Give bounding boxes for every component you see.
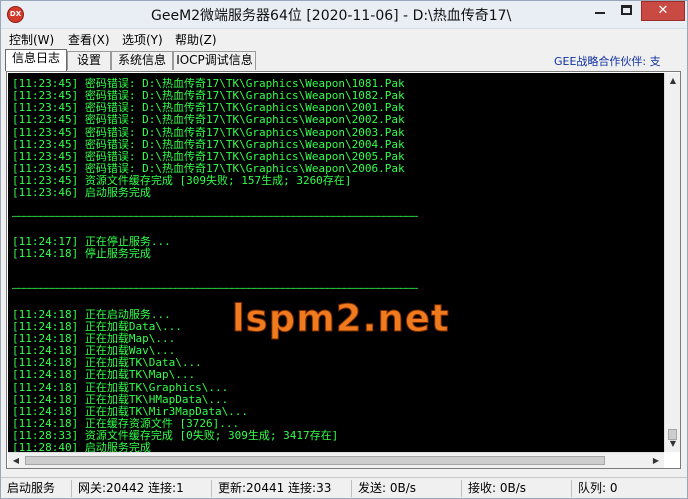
status-send: 发送: 0B/s [351,480,461,497]
menu-control[interactable]: 控制(W) [9,31,54,48]
maximize-icon [621,5,632,15]
log-output[interactable]: [11:23:45] 密码错误: D:\热血传奇17\TK\Graphics\W… [8,73,664,452]
tab-iocp-debug[interactable]: IOCP调试信息 [173,51,256,70]
log-line: [11:23:45] 密码错误: D:\热血传奇17\TK\Graphics\W… [12,77,405,90]
window-title: GeeM2微端服务器64位 [2020-11-06] - D:\热血传奇17\ [151,8,512,24]
title-bar[interactable]: DX GeeM2微端服务器64位 [2020-11-06] - D:\热血传奇1… [1,1,687,29]
status-bar: 启动服务 网关:20442 连接:1 更新:20441 连接:33 发送: 0B… [1,477,687,498]
status-queue: 队列: 0 [571,480,687,497]
status-receive: 接收: 0B/s [461,480,571,497]
log-line: [11:23:45] 密码错误: D:\热血传奇17\TK\Graphics\W… [12,125,405,139]
tab-settings[interactable]: 设置 [67,51,111,70]
log-line: [11:23:45] 密码错误: D:\热血传奇17\TK\Graphics\W… [12,89,405,103]
log-line: [11:24:18] 正在加载TK\Mir3MapData\... [12,404,249,418]
log-panel: [11:23:45] 密码错误: D:\热血传奇17\TK\Graphics\W… [6,71,681,469]
log-line: [11:24:17] 正在停止服务... [12,234,171,248]
log-line: [11:23:45] 密码错误: D:\热血传奇17\TK\Graphics\W… [12,161,405,175]
maximize-button[interactable] [613,1,641,21]
log-lines: [11:23:45] 密码错误: D:\热血传奇17\TK\Graphics\W… [12,75,418,452]
horizontal-scroll-thumb[interactable] [25,456,605,465]
log-line: [11:23:45] 密码错误: D:\热血传奇17\TK\Graphics\W… [12,113,405,127]
menu-options[interactable]: 选项(Y) [122,31,163,48]
log-line: [11:23:45] 密码错误: D:\热血传奇17\TK\Graphics\W… [12,101,405,115]
scroll-left-icon[interactable]: ◀ [8,453,24,469]
partner-link[interactable]: GEE战略合作伙伴: 支 [554,53,661,69]
scroll-up-icon[interactable]: ▲ [665,73,681,89]
menu-bar: 控制(W) 查看(X) 选项(Y) 帮助(Z) [1,29,687,48]
tab-info-log[interactable]: 信息日志 [5,49,67,71]
tab-strip: 信息日志 设置 系统信息 IOCP调试信息 GEE战略合作伙伴: 支 [1,49,687,71]
log-line: [11:24:18] 正在缓存资源文件 [3726]... [12,416,240,430]
scroll-right-icon[interactable]: ▶ [648,453,664,469]
menu-help[interactable]: 帮助(Z) [175,31,217,48]
status-gateway: 网关:20442 连接:1 [71,480,211,497]
status-update: 更新:20441 连接:33 [211,480,351,497]
horizontal-scrollbar[interactable]: ◀ ▶ [8,452,664,468]
log-line: [11:28:33] 资源文件缓存完成 [0失败; 309生成; 3417存在] [12,429,339,443]
close-icon: ✕ [657,3,669,18]
main-window: DX GeeM2微端服务器64位 [2020-11-06] - D:\热血传奇1… [0,0,688,499]
log-line: [11:24:18] 正在加载TK\Map\... [12,368,196,382]
menu-view[interactable]: 查看(X) [68,31,110,48]
log-separator: ————————————————————————————————————————… [12,281,418,295]
log-line: [11:24:18] 停止服务完成 [12,246,151,260]
log-line: [11:24:18] 正在加载TK\Graphics\... [12,380,229,394]
app-icon[interactable]: DX [7,6,24,23]
minimize-button[interactable] [587,1,613,21]
log-line: [11:23:45] 密码错误: D:\热血传奇17\TK\Graphics\W… [12,149,405,163]
scroll-down-icon[interactable]: ▼ [665,436,681,452]
log-line: [11:24:18] 正在加载TK\HMapData\... [12,392,229,406]
vertical-scrollbar[interactable]: ▲ ▼ [664,73,680,452]
minimize-icon [595,12,605,14]
watermark: lspm2.net [232,297,450,341]
log-line: [11:24:18] 正在加载TK\Data\... [12,356,202,370]
close-button[interactable]: ✕ [641,1,685,21]
log-line: [11:23:45] 密码错误: D:\热血传奇17\TK\Graphics\W… [12,137,405,151]
log-separator: ————————————————————————————————————————… [12,208,418,222]
status-start-service: 启动服务 [7,481,56,495]
log-line: [11:24:18] 正在加载Wav\... [12,344,176,358]
tab-system-info[interactable]: 系统信息 [111,51,173,70]
